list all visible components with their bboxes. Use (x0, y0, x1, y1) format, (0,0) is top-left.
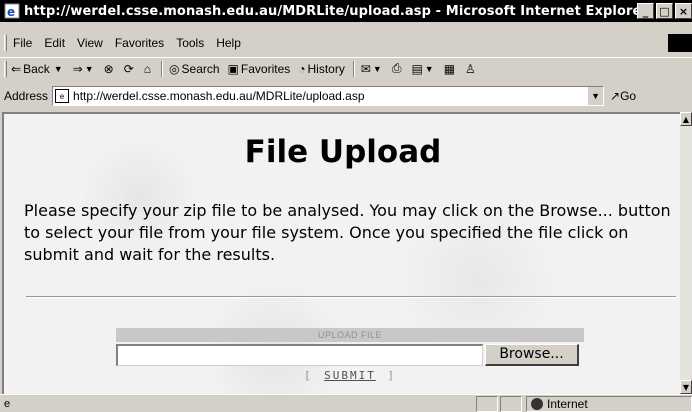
search-button[interactable]: ◎ Search (169, 62, 220, 76)
refresh-icon: ⟳ (123, 61, 134, 76)
mail-icon: ✉ (360, 61, 371, 76)
search-icon: ◎ (169, 61, 180, 76)
scroll-down-icon[interactable]: ▼ (680, 380, 692, 394)
maximize-button[interactable]: □ (656, 3, 673, 19)
standard-toolbar: ⇐ Back ▼ ⇒ ▼ ⊗ ⟳ ⌂ ◎ Search ▣ Favorites … (0, 57, 692, 79)
scroll-up-icon[interactable]: ▲ (680, 112, 692, 126)
menu-grip (4, 35, 7, 51)
windows-flag-icon (668, 34, 692, 52)
messenger-button[interactable]: ♙ (465, 62, 478, 76)
browse-button[interactable]: Browse... (485, 344, 579, 366)
status-cell (500, 396, 522, 412)
minimize-button[interactable]: _ (637, 3, 654, 19)
forward-arrow-icon: ⇒ (72, 61, 83, 76)
chevron-down-icon[interactable]: ▼ (373, 64, 382, 74)
svg-text:e: e (7, 5, 15, 19)
home-icon: ⌂ (143, 61, 152, 76)
go-arrow-icon: ↗ (610, 89, 621, 103)
print-icon: ⎙ (391, 61, 402, 75)
toolbar-separator (352, 60, 355, 77)
upload-file-header: UPLOAD FILE (116, 328, 584, 342)
status-bar: e Internet (0, 394, 692, 412)
menu-view[interactable]: View (77, 36, 103, 50)
go-label: Go (620, 89, 637, 103)
chevron-down-icon[interactable]: ▼ (85, 64, 94, 74)
home-button[interactable]: ⌂ (144, 62, 153, 76)
menu-bar: File Edit View Favorites Tools Help (0, 33, 692, 53)
address-label: Address (4, 89, 49, 103)
messenger-icon: ♙ (465, 61, 476, 76)
vertical-scrollbar[interactable]: ▲ ▼ (680, 112, 692, 394)
menu-file[interactable]: File (13, 36, 32, 50)
security-zone: Internet (526, 396, 692, 412)
discuss-button[interactable]: ▦ (444, 62, 457, 76)
menu-favorites[interactable]: Favorites (115, 36, 164, 50)
page-content: File Upload Please specify your zip file… (2, 112, 680, 394)
ie-page-icon: e (4, 3, 20, 19)
window-controls: _ □ × (637, 3, 692, 19)
history-label: History (307, 61, 345, 76)
horizontal-rule (26, 296, 676, 298)
history-icon: ◔ (298, 61, 306, 76)
toolbar-grip (4, 60, 7, 77)
edit-icon: ▤ (411, 61, 423, 76)
page-icon: e (55, 89, 70, 103)
address-url: http://werdel.csse.monash.edu.au/MDRLite… (73, 89, 365, 103)
menu-tools[interactable]: Tools (176, 36, 204, 50)
toolbar-separator (161, 60, 164, 77)
favorites-icon: ▣ (227, 61, 239, 76)
browser-window: e http://werdel.csse.monash.edu.au/MDRLi… (0, 0, 692, 412)
back-arrow-icon: ⇐ (11, 61, 22, 76)
stop-icon: ⊗ (103, 61, 114, 76)
menu-help[interactable]: Help (216, 36, 241, 50)
stop-button[interactable]: ⊗ (104, 62, 116, 76)
forward-button[interactable]: ⇒ ▼ (73, 62, 96, 76)
refresh-button[interactable]: ⟳ (124, 62, 136, 76)
edit-button[interactable]: ▤ ▼ (411, 62, 435, 76)
chevron-down-icon[interactable]: ▼ (54, 64, 63, 74)
globe-icon (531, 398, 543, 410)
favorites-label: Favorites (240, 61, 291, 76)
address-input[interactable]: e http://werdel.csse.monash.edu.au/MDRLi… (52, 86, 605, 106)
page-status-icon: e (4, 398, 11, 410)
search-label: Search (181, 61, 220, 76)
status-cell (476, 396, 498, 412)
submit-button[interactable]: SUBMIT (304, 368, 396, 384)
status-text-cell: e (2, 396, 472, 412)
address-bar: Address e http://werdel.csse.monash.edu.… (0, 84, 692, 108)
intro-text: Please specify your zip file to be analy… (24, 201, 671, 264)
history-button[interactable]: ◔ History (298, 62, 345, 76)
favorites-button[interactable]: ▣ Favorites (228, 62, 291, 76)
file-path-input[interactable] (116, 344, 483, 366)
go-button[interactable]: ↗ Go (610, 89, 636, 103)
close-button[interactable]: × (675, 3, 692, 19)
page-title: File Upload (244, 134, 442, 170)
window-title: http://werdel.csse.monash.edu.au/MDRLite… (24, 3, 648, 19)
menu-edit[interactable]: Edit (44, 36, 65, 50)
title-bar: e http://werdel.csse.monash.edu.au/MDRLi… (0, 0, 692, 22)
print-button[interactable]: ⎙ (392, 61, 404, 76)
zone-label: Internet (547, 397, 588, 411)
back-label: Back (23, 61, 50, 76)
back-button[interactable]: ⇐ Back ▼ (11, 62, 65, 76)
chevron-down-icon[interactable]: ▼ (587, 87, 604, 105)
chevron-down-icon[interactable]: ▼ (425, 64, 434, 74)
mail-button[interactable]: ✉ ▼ (361, 62, 384, 76)
discuss-icon: ▦ (443, 61, 456, 76)
